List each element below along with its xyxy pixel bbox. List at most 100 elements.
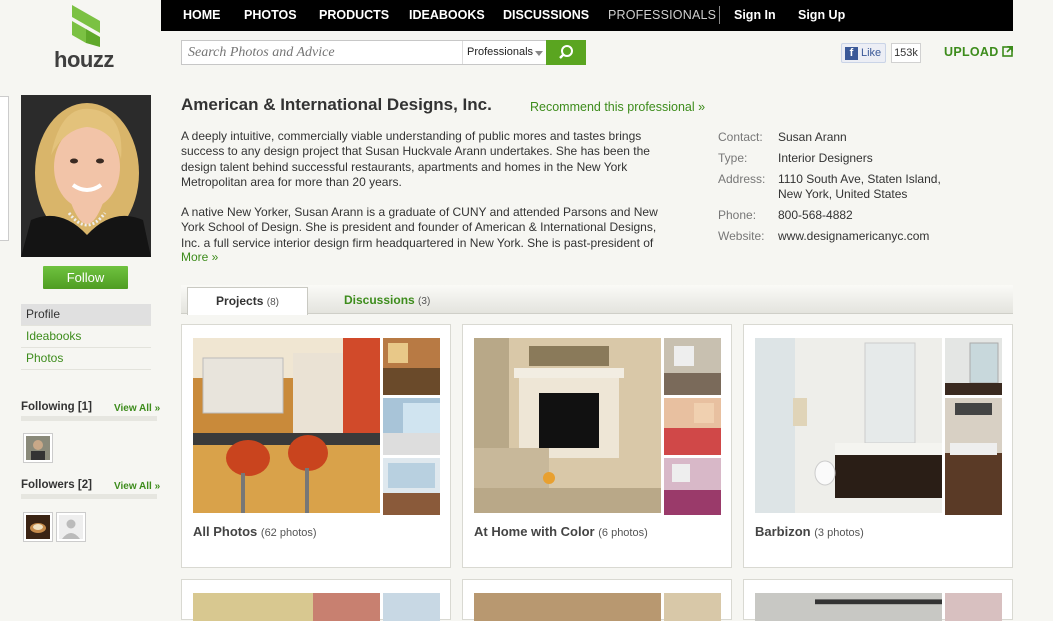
houzz-logo[interactable]: houzz: [50, 3, 122, 72]
sidebar-item-photos[interactable]: Photos: [21, 348, 151, 370]
avatar-portrait: [21, 95, 151, 257]
tab-projects-label: Projects: [216, 294, 264, 308]
address-line-1: 1110 South Ave, Staten Island,: [778, 172, 941, 186]
project-photo-count: (62 photos): [260, 527, 317, 539]
tab-projects-count: (8): [266, 297, 279, 308]
default-user-icon: [59, 515, 83, 539]
project-card[interactable]: Barbizon (3 photos): [743, 324, 1013, 568]
professional-name: American & International Designs, Inc.: [181, 95, 492, 114]
upload-button[interactable]: UPLOAD: [944, 45, 1014, 59]
tab-projects[interactable]: Projects (8): [187, 287, 308, 315]
nav-photos[interactable]: PHOTOS: [244, 0, 297, 31]
external-link-icon: [1002, 45, 1014, 57]
follow-button[interactable]: Follow: [43, 266, 128, 289]
project-cover-photo: [755, 593, 942, 621]
project-thumb: [664, 458, 721, 515]
project-thumb: [383, 458, 440, 515]
search-scope-value: Professionals: [467, 46, 534, 58]
project-card[interactable]: All Photos (62 photos): [181, 324, 451, 568]
sign-in-link[interactable]: Sign In: [734, 0, 776, 31]
follower-avatar[interactable]: [56, 512, 86, 542]
nav-home[interactable]: HOME: [183, 0, 221, 31]
type-label: Type:: [718, 151, 748, 165]
about-paragraph-2: A native New Yorker, Susan Arann is a gr…: [181, 205, 658, 250]
tab-discussions[interactable]: Discussions (3): [344, 293, 430, 307]
facebook-like-button[interactable]: f Like: [841, 43, 886, 63]
project-title-text[interactable]: Barbizon: [755, 524, 811, 539]
coffee-cup-icon: [26, 515, 50, 539]
project-card[interactable]: [181, 579, 451, 621]
following-heading: Following [1]: [21, 401, 92, 413]
project-photo-count: (3 photos): [814, 527, 864, 539]
project-thumb: [664, 398, 721, 455]
like-count: 153k: [891, 43, 921, 63]
contact-label: Contact:: [718, 130, 763, 144]
about-paragraph-1: A deeply intuitive, commercially viable …: [181, 129, 650, 189]
project-cover-photo: [755, 338, 942, 513]
project-card[interactable]: [462, 579, 732, 621]
sidebar-item-profile[interactable]: Profile: [21, 304, 151, 326]
project-cover-photo: [474, 593, 661, 621]
search-scope-select[interactable]: Professionals: [462, 41, 547, 64]
following-view-all-link[interactable]: View All »: [114, 403, 160, 414]
nav-separator: [719, 6, 720, 24]
like-label: Like: [861, 47, 882, 59]
facebook-icon: f: [845, 47, 858, 60]
more-link[interactable]: More »: [181, 250, 218, 264]
project-thumb: [383, 338, 440, 395]
following-user-avatar[interactable]: [23, 433, 53, 463]
project-thumb: [664, 593, 721, 621]
project-thumb: [945, 338, 1002, 395]
project-title-text[interactable]: All Photos: [193, 524, 257, 539]
phone-value: 800-568-4882: [778, 208, 853, 222]
address-label: Address:: [718, 172, 766, 186]
address-line-2: New York, United States: [778, 187, 908, 201]
project-thumb: [945, 593, 1002, 621]
houzz-logo-icon: [72, 5, 100, 47]
logo-wordmark: houzz: [54, 47, 114, 72]
project-photo-count: (6 photos): [598, 527, 648, 539]
upload-label: UPLOAD: [944, 45, 999, 59]
project-cover-photo: [474, 338, 661, 513]
contact-value: Susan Arann: [778, 130, 847, 144]
tab-discussions-label: Discussions: [344, 293, 415, 307]
user-photo: [26, 436, 50, 460]
top-nav-bar: HOME PHOTOS PRODUCTS IDEABOOKS DISCUSSIO…: [161, 0, 1013, 31]
project-title-text[interactable]: At Home with Color: [474, 524, 595, 539]
project-card[interactable]: [743, 579, 1013, 621]
sidebar-item-ideabooks[interactable]: Ideabooks: [21, 326, 151, 348]
project-title: At Home with Color (6 photos): [474, 524, 648, 539]
chevron-down-icon: [535, 51, 543, 56]
website-label: Website:: [718, 229, 765, 243]
followers-view-all-link[interactable]: View All »: [114, 481, 160, 492]
search-icon: [559, 45, 573, 59]
search-button[interactable]: [546, 40, 586, 65]
project-thumb: [664, 338, 721, 395]
nav-professionals[interactable]: PROFESSIONALS: [608, 0, 716, 31]
project-card[interactable]: At Home with Color (6 photos): [462, 324, 732, 568]
side-panel-edge: [0, 96, 9, 241]
follower-avatar[interactable]: [23, 512, 53, 542]
followers-divider: [21, 494, 157, 499]
nav-ideabooks[interactable]: IDEABOOKS: [409, 0, 485, 31]
phone-label: Phone:: [718, 208, 757, 222]
profile-avatar: [21, 95, 151, 257]
project-thumb: [945, 398, 1002, 515]
project-cover-photo: [193, 593, 380, 621]
project-title: All Photos (62 photos): [193, 524, 317, 539]
project-cover-photo: [193, 338, 380, 513]
nav-discussions[interactable]: DISCUSSIONS: [503, 0, 589, 31]
type-value: Interior Designers: [778, 151, 873, 165]
project-title: Barbizon (3 photos): [755, 524, 864, 539]
project-thumb: [383, 593, 440, 621]
nav-products[interactable]: PRODUCTS: [319, 0, 389, 31]
recommend-link[interactable]: Recommend this professional »: [530, 100, 705, 114]
search-bar: Professionals: [181, 40, 586, 65]
website-link[interactable]: www.designamericanyc.com: [778, 229, 929, 244]
followers-heading: Followers [2]: [21, 479, 92, 491]
search-input[interactable]: [188, 44, 458, 61]
sign-up-link[interactable]: Sign Up: [798, 0, 845, 31]
project-thumb: [383, 398, 440, 455]
tab-discussions-count: (3): [418, 296, 431, 307]
following-divider: [21, 416, 157, 421]
